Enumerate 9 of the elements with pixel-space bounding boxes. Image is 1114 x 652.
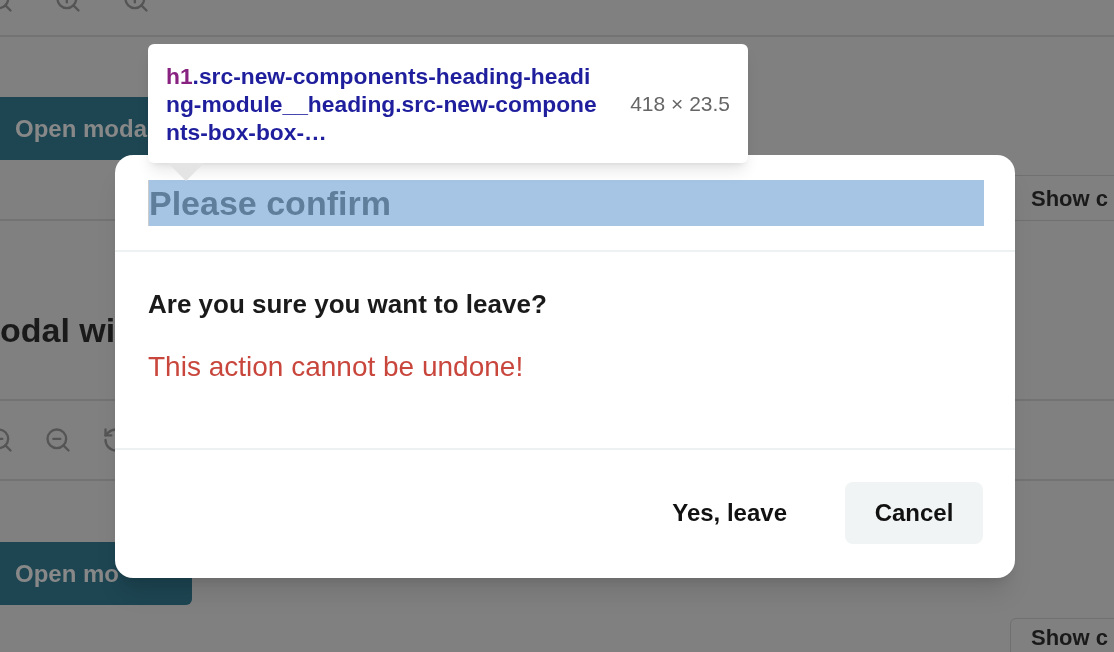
confirm-question: Are you sure you want to leave? <box>148 288 548 321</box>
section-heading: odal wi <box>0 309 116 351</box>
zoom-out-icon[interactable] <box>44 426 72 454</box>
tooltip-pointer <box>168 163 204 181</box>
dialog-title: Please confirm <box>148 180 984 226</box>
cancel-button[interactable]: Cancel <box>845 482 983 544</box>
warning-text: This action cannot be undone! <box>148 350 525 384</box>
element-size: 418 × 23.5 <box>630 90 730 117</box>
show-button[interactable]: Show c <box>1010 618 1114 652</box>
